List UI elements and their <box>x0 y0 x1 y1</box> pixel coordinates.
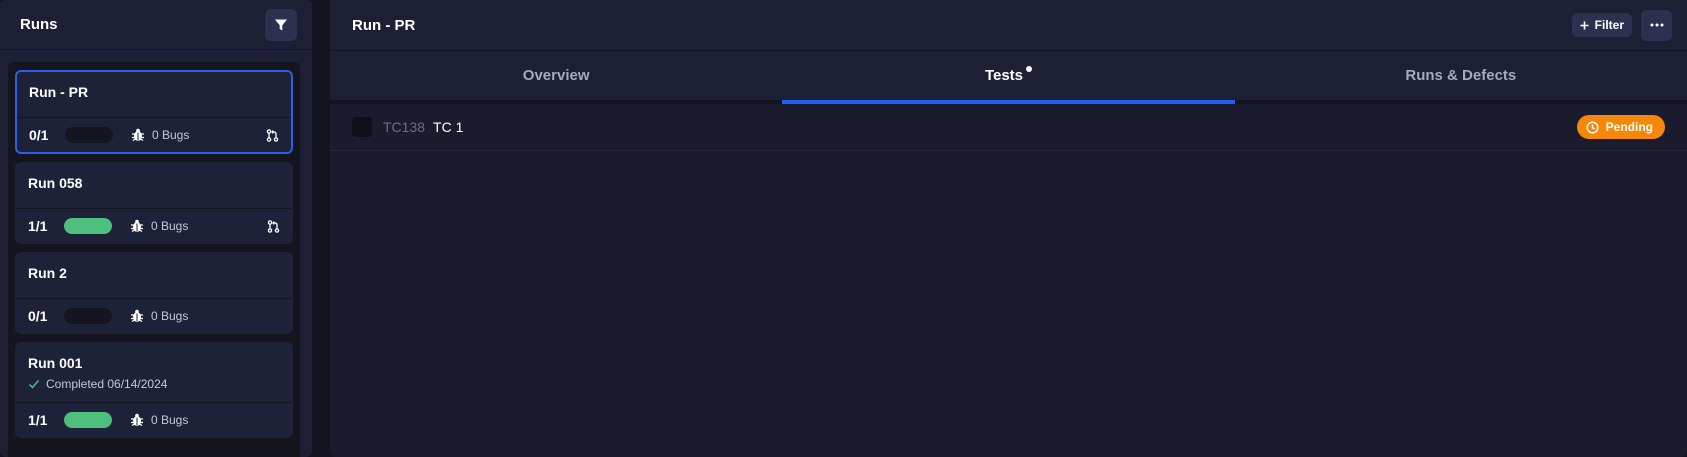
run-progress-bar <box>65 127 113 143</box>
run-progress-fill <box>64 218 112 234</box>
filter-button[interactable] <box>265 8 297 41</box>
run-name: Run 058 <box>28 175 83 191</box>
run-list: Run - PR 0/1 0 Bugs Run 058 1/1 0 Bugs R… <box>8 62 300 457</box>
test-id: TC138 <box>383 119 426 135</box>
tab-tests[interactable]: Tests <box>782 51 1235 104</box>
bug-count-label: 0 Bugs <box>151 219 189 233</box>
run-progress-bar <box>64 218 112 234</box>
pull-request-icon <box>266 128 279 142</box>
pull-request-icon <box>267 219 280 233</box>
run-card-run-001[interactable]: Run 001 Completed 06/14/2024 1/1 0 Bugs <box>15 342 293 438</box>
bug-count: 0 Bugs <box>131 128 189 142</box>
run-progress-bar <box>64 308 112 324</box>
bug-icon <box>131 413 143 427</box>
bug-icon <box>131 219 143 233</box>
header-actions: Filter <box>1571 9 1672 41</box>
run-name: Run 2 <box>28 265 67 281</box>
bug-count: 0 Bugs <box>130 309 188 323</box>
tab-label: Tests <box>984 67 1024 84</box>
test-checkbox[interactable] <box>352 117 372 137</box>
add-filter-button[interactable]: Filter <box>1571 13 1632 37</box>
bug-count-label: 0 Bugs <box>152 128 190 142</box>
test-name: TC 1 <box>433 119 464 135</box>
tab-indicator-dot <box>1026 65 1033 72</box>
run-detail-tabs: Overview Tests Runs & Defects <box>330 51 1687 104</box>
run-detail-title: Run - PR <box>352 16 416 34</box>
run-completed-status: Completed 06/14/2024 <box>28 377 280 391</box>
test-list: TC138 TC 1 Pending <box>330 104 1687 151</box>
runs-panel: Runs Run - PR 0/1 0 Bugs Run 058 1/1 0 B… <box>0 0 312 457</box>
check-icon <box>28 380 40 389</box>
bug-count-label: 0 Bugs <box>151 309 189 323</box>
run-card-run-pr[interactable]: Run - PR 0/1 0 Bugs <box>15 70 293 154</box>
bug-icon <box>131 309 143 323</box>
status-label: Pending <box>1605 120 1653 134</box>
app-window: Runs Run - PR 0/1 0 Bugs Run 058 1/1 0 B… <box>0 0 1687 457</box>
bug-count: 0 Bugs <box>130 219 188 233</box>
run-progress-bar <box>64 412 112 428</box>
status-badge[interactable]: Pending <box>1576 115 1665 139</box>
tab-label: Overview <box>522 67 590 84</box>
run-name: Run 001 <box>28 355 83 371</box>
run-count: 0/1 <box>28 308 48 324</box>
clock-icon <box>1586 120 1599 134</box>
run-card-run-2[interactable]: Run 2 0/1 0 Bugs <box>15 252 293 334</box>
runs-header: Runs <box>0 0 312 50</box>
bug-count: 0 Bugs <box>130 413 188 427</box>
run-card-run-058[interactable]: Run 058 1/1 0 Bugs <box>15 162 293 244</box>
bug-icon <box>132 128 144 142</box>
run-detail-panel: Run - PR Filter Overview Tests Runs & De… <box>330 0 1687 457</box>
ellipsis-icon <box>1650 23 1663 27</box>
runs-title: Runs <box>20 16 58 33</box>
add-filter-label: Filter <box>1594 18 1624 32</box>
run-count: 0/1 <box>29 127 49 143</box>
run-completed-label: Completed 06/14/2024 <box>46 377 168 391</box>
funnel-icon <box>275 19 287 30</box>
run-name: Run - PR <box>29 84 89 100</box>
run-count: 1/1 <box>28 218 48 234</box>
run-progress-fill <box>64 412 112 428</box>
run-count: 1/1 <box>28 412 48 428</box>
plus-icon <box>1580 21 1589 29</box>
run-detail-header: Run - PR Filter <box>330 0 1687 51</box>
more-options-button[interactable] <box>1641 9 1672 41</box>
test-row[interactable]: TC138 TC 1 Pending <box>330 104 1687 151</box>
bug-count-label: 0 Bugs <box>151 413 189 427</box>
tab-runs-defects[interactable]: Runs & Defects <box>1235 51 1687 100</box>
tab-overview[interactable]: Overview <box>330 51 782 100</box>
tab-label: Runs & Defects <box>1405 67 1517 84</box>
